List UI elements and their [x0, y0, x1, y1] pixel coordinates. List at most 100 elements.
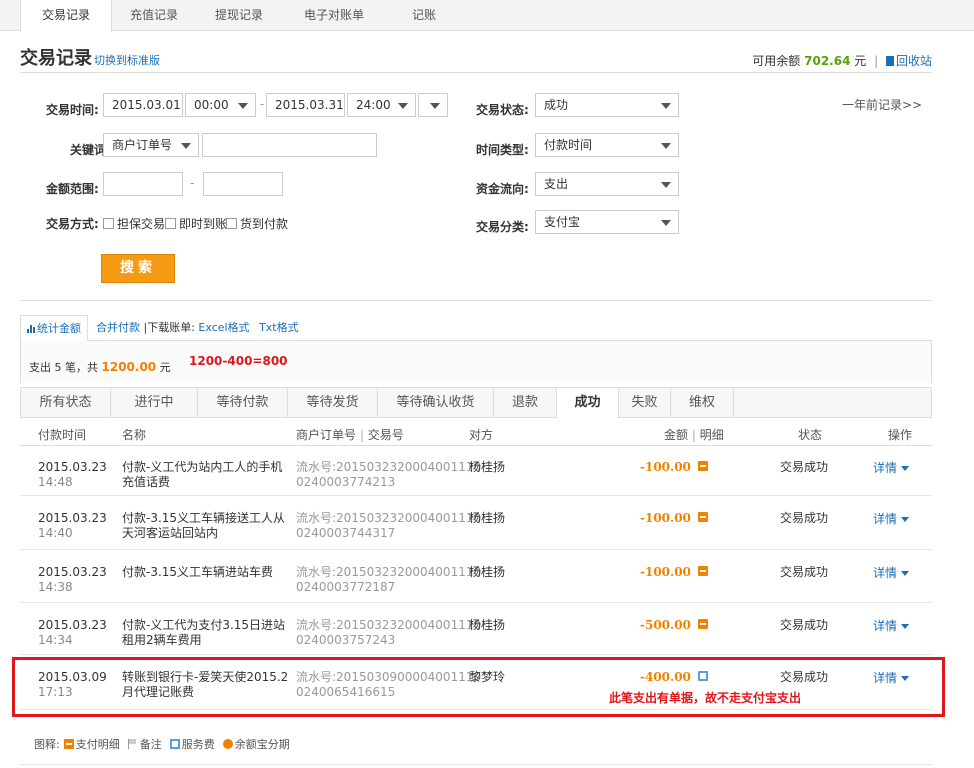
- trade-status-select[interactable]: 成功: [535, 93, 679, 117]
- summary-unit: 元: [159, 361, 171, 374]
- row-serial: 流水号:2015032320004001110 0240003774213: [296, 460, 481, 490]
- tab-success[interactable]: 成功: [557, 388, 619, 418]
- row-amount: -100.00: [640, 511, 691, 525]
- trade-time-label: 交易时间:: [46, 103, 99, 117]
- method-escrow-checkbox[interactable]: 担保交易: [103, 215, 165, 232]
- row-serial-b: 0240065416615: [296, 685, 396, 699]
- row-serial-b: 0240003757243: [296, 633, 396, 647]
- row-date-time: 14:48: [38, 475, 73, 489]
- payment-detail-icon[interactable]: [698, 619, 708, 629]
- row-serial: 流水号:2015030900004001110 0240065416615: [296, 670, 481, 700]
- row-serial-a: 流水号:2015030900004001110: [296, 670, 482, 684]
- trade-category-value: 支付宝: [544, 215, 581, 229]
- balance-amount: 702.64: [804, 54, 851, 68]
- bottom-divider: [20, 764, 932, 765]
- merge-payment-link[interactable]: 合并付款: [96, 321, 140, 334]
- row-status: 交易成功: [780, 618, 829, 632]
- row-counterparty: 杨桂扬: [469, 511, 506, 525]
- chevron-down-icon: [661, 143, 671, 149]
- time-type-select[interactable]: 付款时间: [535, 133, 679, 157]
- keyword-type-select[interactable]: 商户订单号: [103, 133, 199, 157]
- legend: 图释: 支付明细 备注 服务费 余额宝分期: [34, 736, 298, 752]
- date-range-dash: -: [260, 97, 265, 111]
- tab-all-status[interactable]: 所有状态: [21, 388, 111, 417]
- tab-dispute[interactable]: 维权: [671, 388, 734, 417]
- row-detail-link[interactable]: 详情: [873, 461, 910, 476]
- chevron-down-icon: [661, 103, 671, 109]
- fund-flow-select[interactable]: 支出: [535, 172, 679, 196]
- balance-label: 可用余额: [752, 54, 801, 68]
- method-instant-label: 即时到账: [179, 217, 228, 231]
- nav-tab-bookkeeping[interactable]: 记账: [386, 0, 462, 31]
- row-detail-link[interactable]: 详情: [873, 671, 910, 686]
- method-cod-checkbox[interactable]: 货到付款: [226, 215, 288, 232]
- nav-tab-withdraw-records[interactable]: 提现记录: [196, 0, 282, 31]
- txt-download-link[interactable]: Txt格式: [259, 321, 299, 334]
- chevron-down-icon: [238, 103, 248, 109]
- tab-in-progress[interactable]: 进行中: [111, 388, 198, 417]
- nav-tab-e-statement[interactable]: 电子对账单: [282, 0, 386, 31]
- row-name: 付款-义工代为站内工人的手机充值话费: [122, 460, 283, 489]
- end-time-select[interactable]: 24:00: [347, 93, 416, 117]
- legend-yuebao-label: 余额宝分期: [234, 738, 290, 751]
- amount-min-input[interactable]: [103, 172, 183, 196]
- row-status: 交易成功: [780, 460, 829, 474]
- row-detail-label: 详情: [873, 619, 898, 633]
- recycle-bin-link[interactable]: 回收站: [885, 54, 932, 68]
- amount-max-input[interactable]: [203, 172, 283, 196]
- start-time-select[interactable]: 00:00: [185, 93, 256, 117]
- checkbox-box: [103, 218, 114, 229]
- chevron-down-icon: [901, 676, 910, 681]
- header-divider: |: [691, 428, 696, 442]
- recycle-bin-label: 回收站: [895, 54, 932, 68]
- time-preset-select[interactable]: [418, 93, 448, 117]
- calc-annotation: 1200-400=800: [189, 354, 288, 368]
- tab-failed[interactable]: 失败: [619, 388, 671, 417]
- bar-chart-icon: [27, 324, 35, 333]
- row-name: 付款-3.15义工车辆接送工人从天河客运站回站内: [122, 511, 286, 540]
- header-amount-detail: 金额 | 明细: [664, 426, 724, 443]
- row-serial-b: 0240003744317: [296, 526, 396, 540]
- row-date: 2015.03.23 14:38: [38, 565, 107, 595]
- amount-range-label: 金额范围:: [46, 182, 99, 196]
- row-counterparty: 杨桂扬: [469, 565, 506, 579]
- end-date-input[interactable]: 2015.03.31: [266, 93, 345, 117]
- row-serial-a: 流水号:2015032320004001110: [296, 618, 482, 632]
- stats-amount-tab[interactable]: 统计金额: [20, 315, 88, 342]
- method-instant-checkbox[interactable]: 即时到账: [165, 215, 227, 232]
- row-date: 2015.03.23 14:40: [38, 511, 107, 541]
- row-date: 2015.03.23 14:34: [38, 618, 107, 648]
- row-detail-link[interactable]: 详情: [873, 512, 910, 527]
- nav-tab-recharge-records[interactable]: 充值记录: [112, 0, 196, 31]
- trade-category-select[interactable]: 支付宝: [535, 210, 679, 234]
- flag-icon: [127, 739, 137, 749]
- chevron-down-icon: [901, 466, 910, 471]
- row-detail-link[interactable]: 详情: [873, 619, 910, 634]
- legend-payment-detail-label: 支付明细: [75, 738, 120, 751]
- row-serial-a: 流水号:2015032320004001110: [296, 565, 482, 579]
- payment-detail-icon[interactable]: [698, 512, 708, 522]
- header-detail: 明细: [699, 428, 724, 442]
- start-date-input[interactable]: 2015.03.01: [103, 93, 183, 117]
- row-detail-link[interactable]: 详情: [873, 566, 910, 581]
- legend-title: 图释:: [34, 738, 60, 751]
- payment-detail-icon[interactable]: [698, 461, 708, 471]
- trade-status-value: 成功: [544, 98, 569, 112]
- legend-note: 备注: [127, 736, 162, 752]
- payment-detail-icon[interactable]: [698, 566, 708, 576]
- legend-yuebao: 余额宝分期: [222, 736, 290, 752]
- service-fee-icon[interactable]: [698, 671, 708, 681]
- switch-standard-link[interactable]: 切换到标准版: [94, 52, 160, 68]
- row-detail-label: 详情: [873, 512, 898, 526]
- header-payment-time: 付款时间: [38, 428, 87, 442]
- tab-awaiting-payment[interactable]: 等待付款: [198, 388, 288, 417]
- excel-download-link[interactable]: Excel格式: [198, 321, 249, 334]
- search-button[interactable]: 搜索: [101, 254, 175, 283]
- tab-awaiting-receipt[interactable]: 等待确认收货: [378, 388, 494, 417]
- older-records-link[interactable]: 一年前记录>>: [842, 96, 922, 113]
- tab-refund[interactable]: 退款: [494, 388, 557, 417]
- keyword-input[interactable]: [202, 133, 377, 157]
- nav-tab-trade-records[interactable]: 交易记录: [20, 0, 112, 32]
- tab-awaiting-shipment[interactable]: 等待发货: [288, 388, 378, 417]
- payment-detail-icon: [63, 739, 74, 749]
